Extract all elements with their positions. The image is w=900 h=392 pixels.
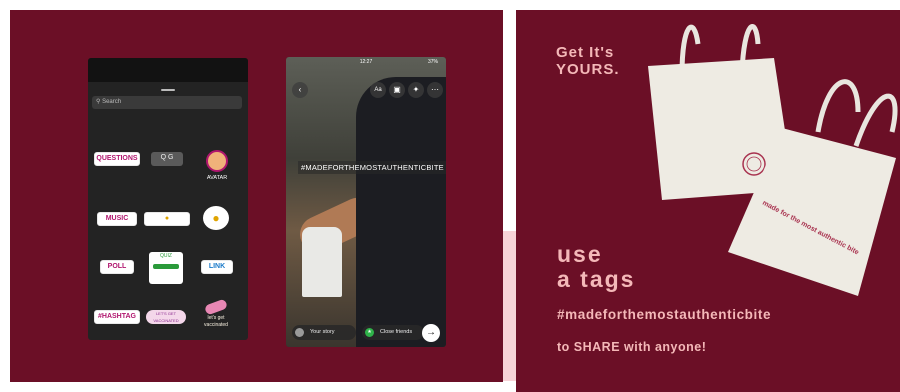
quiz-sticker[interactable]: QUIZ — [149, 252, 183, 284]
bandage-icon — [203, 298, 229, 316]
sticker-icon: ▣ — [393, 85, 401, 94]
arrow-right-icon: → — [426, 327, 436, 338]
sparkle-icon: ✦ — [412, 85, 420, 94]
music-sticker[interactable]: MUSIC — [97, 212, 137, 226]
your-story-avatar-icon — [295, 328, 304, 337]
tray-top-bar — [88, 58, 248, 82]
quiz-answer-bar — [153, 264, 179, 269]
emoji-reaction-sticker[interactable]: ● — [203, 206, 229, 230]
use-line-1: use — [557, 241, 603, 267]
photo-mixer — [302, 227, 342, 297]
sticker-tray-screen: ⚲ Search QUESTIONS Q G AVATAR MUSIC ● ● … — [88, 58, 248, 340]
close-friends-label: Close friends — [380, 329, 413, 335]
quiz-label: QUIZ — [160, 253, 172, 259]
status-time: 12:27 — [359, 59, 373, 65]
vaccinated-art-label: let's get vaccinated — [204, 315, 228, 328]
avatar-sticker[interactable] — [206, 150, 228, 172]
vaccine-pill-sticker[interactable]: LET'S GET VACCINATED — [146, 310, 186, 324]
headline: Get It's YOURS. — [556, 44, 620, 78]
drag-handle[interactable] — [161, 89, 175, 91]
effects-tool-button[interactable]: ✦ — [408, 82, 424, 98]
emoji-slider-sticker[interactable]: ● — [144, 212, 190, 226]
battery-level: 37% — [427, 59, 438, 65]
close-friends-button[interactable]: ★ Close friends — [362, 325, 424, 340]
tote-bag-back: made for the most authentic bite — [728, 79, 898, 296]
text-tool-button[interactable]: Aa — [370, 82, 386, 98]
close-friends-star-icon: ★ — [365, 328, 374, 337]
hashtag-sticker[interactable]: #HASHTAG — [94, 310, 140, 324]
your-story-button[interactable]: Your story — [292, 325, 356, 340]
sticker-search-input[interactable]: ⚲ Search — [92, 96, 242, 109]
your-story-label: Your story — [310, 329, 335, 335]
headline-line-2: YOURS. — [556, 61, 620, 78]
gif-sticker[interactable]: Q G — [151, 152, 183, 166]
send-button[interactable]: → — [422, 324, 440, 342]
hashtag-sticker-placed[interactable]: #MADEFORTHEMOSTAUTHENTICBITE — [298, 161, 446, 174]
use-line-2: a tags — [557, 266, 636, 292]
campaign-hashtag: #madeforthemostauthenticbite — [557, 307, 772, 322]
use-tags-heading: use a tags — [557, 242, 635, 292]
back-button[interactable]: ‹ — [292, 82, 308, 98]
heart-eyes-emoji-icon: ● — [164, 215, 170, 222]
emoji-face-icon: ● — [212, 211, 220, 225]
more-icon: ⋯ — [431, 85, 439, 94]
search-placeholder: Search — [102, 99, 122, 105]
questions-sticker[interactable]: QUESTIONS — [94, 152, 140, 166]
sticker-tool-button[interactable]: ▣ — [389, 82, 405, 98]
share-caption: to SHARE with anyone! — [557, 340, 707, 354]
avatar-label: AVATAR — [206, 175, 228, 181]
photo-apron — [356, 77, 446, 347]
poll-sticker[interactable]: POLL — [100, 260, 134, 274]
link-sticker[interactable]: LINK — [201, 260, 233, 274]
story-editor-screen: 12:27 37% ‹ Aa ▣ ✦ ⋯ #MADEFORTHEMOSTAUTH… — [286, 57, 446, 347]
status-bar: 12:27 37% — [286, 57, 446, 67]
vaccinated-art-sticker[interactable]: let's get vaccinated — [196, 298, 236, 336]
headline-line-1: Get It's — [556, 44, 615, 61]
left-panel: ⚲ Search QUESTIONS Q G AVATAR MUSIC ● ● … — [10, 10, 503, 382]
divider-strip — [503, 231, 516, 381]
more-options-button[interactable]: ⋯ — [427, 82, 443, 98]
right-panel: Get It's YOURS. made for the most authen… — [516, 10, 900, 392]
